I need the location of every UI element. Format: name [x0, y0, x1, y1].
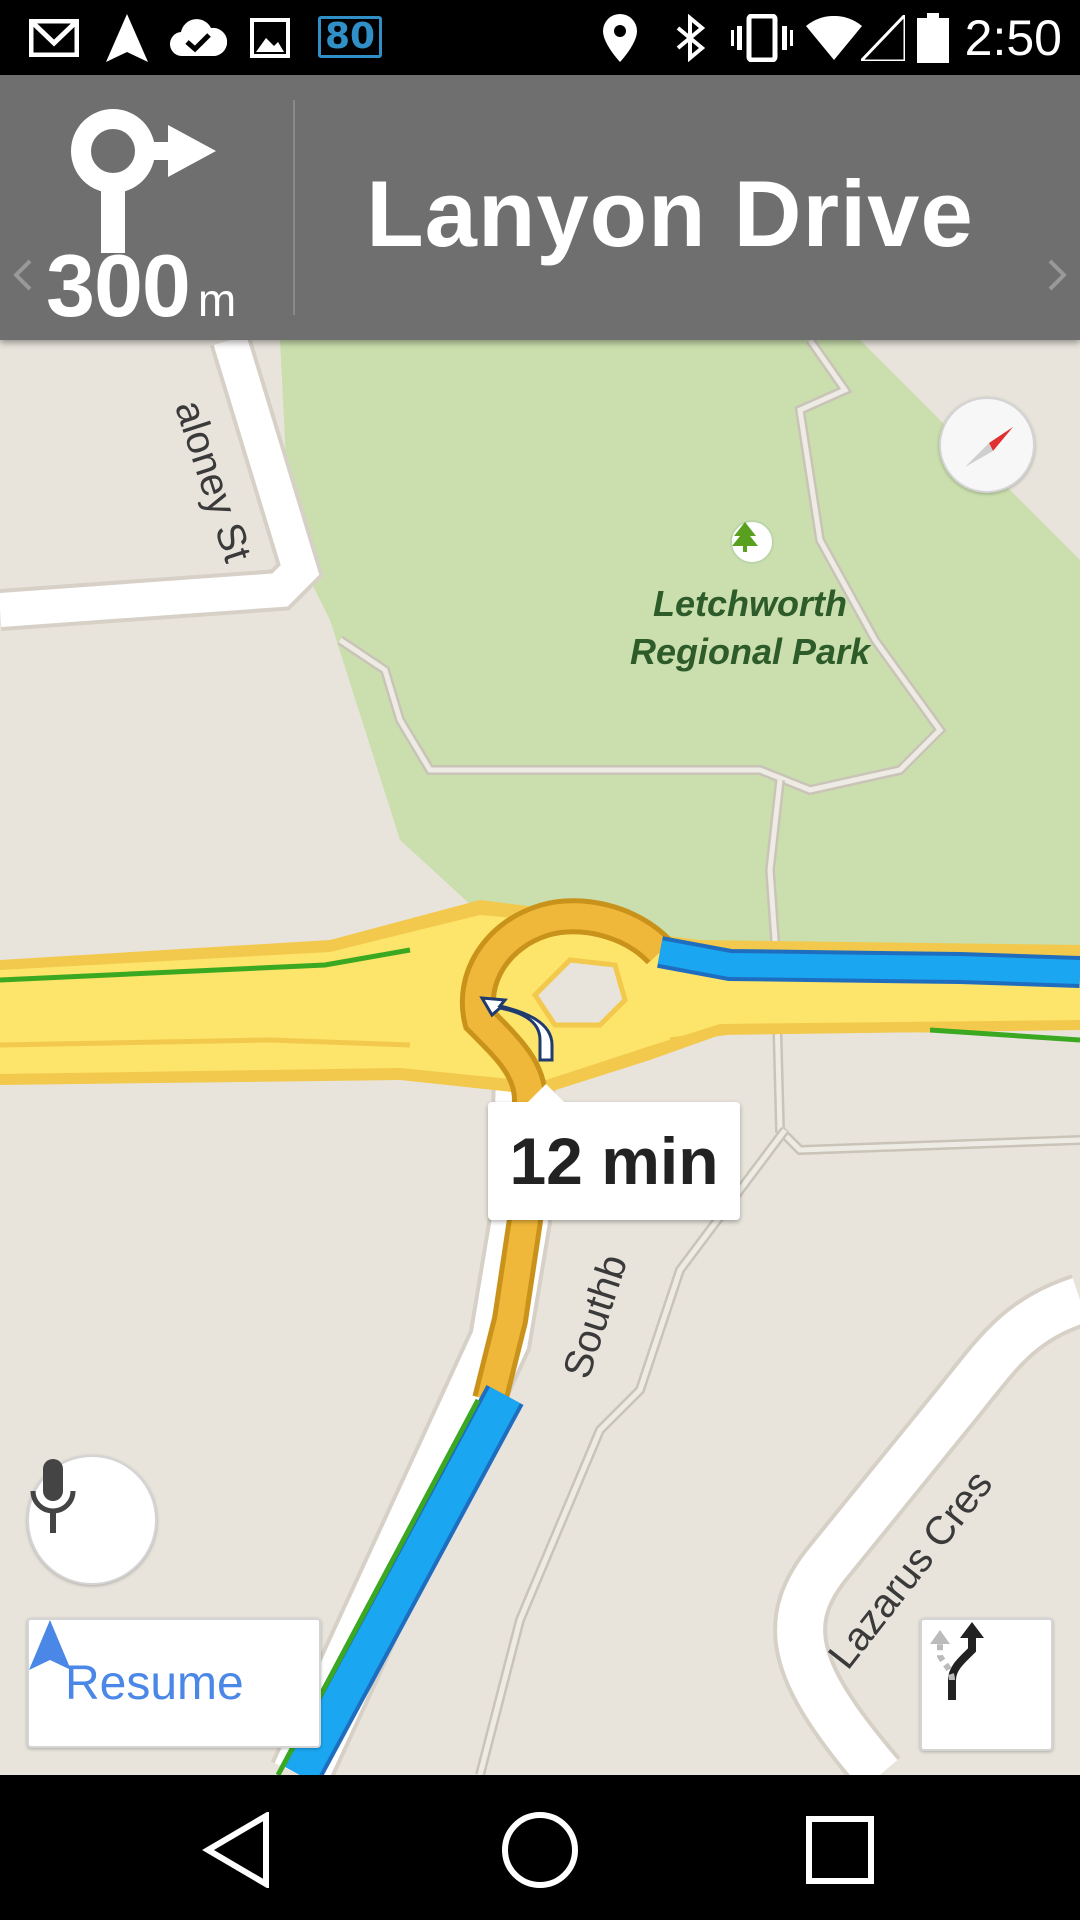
alternate-routes-button[interactable] — [920, 1618, 1053, 1751]
header-divider — [293, 100, 295, 315]
vibrate-icon — [730, 12, 794, 64]
home-button[interactable] — [495, 1805, 585, 1895]
distance-to-turn: 300 m — [46, 235, 236, 337]
navigation-header[interactable]: 300 m Lanyon Drive — [0, 75, 1080, 340]
back-icon — [202, 1812, 269, 1888]
previous-step-icon[interactable] — [8, 255, 38, 295]
park-name-line2: Regional Park — [629, 631, 871, 672]
notification-badge: 80 — [318, 16, 383, 58]
bluetooth-icon — [670, 12, 710, 64]
navigation-arrow-icon — [29, 1620, 71, 1670]
voice-search-button[interactable] — [27, 1455, 157, 1585]
gmail-icon — [28, 12, 80, 64]
distance-unit: m — [197, 274, 237, 326]
system-navigation-bar — [0, 1775, 1080, 1920]
battery-icon — [916, 12, 950, 64]
navigation-icon — [104, 12, 150, 64]
resume-label: Resume — [65, 1656, 244, 1710]
recents-icon — [806, 1816, 874, 1884]
park-name[interactable]: Letchworth Regional Park — [600, 580, 900, 676]
park-name-line1: Letchworth — [653, 583, 847, 624]
next-street-name: Lanyon Drive — [366, 161, 974, 266]
microphone-icon — [30, 1459, 76, 1533]
status-bar: 80 2:50 — [0, 0, 1080, 75]
wifi-icon — [806, 12, 862, 64]
maneuver-panel[interactable]: 300 m — [0, 75, 293, 340]
clock: 2:50 — [964, 10, 1062, 66]
distance-value: 300 — [46, 236, 191, 335]
park-tree-icon[interactable] — [730, 520, 774, 564]
cloud-check-icon — [168, 12, 228, 64]
compass-icon — [965, 427, 1013, 467]
map-view[interactable]: aloney St Southb Lazarus Cres Letchworth… — [0, 340, 1080, 1775]
compass-button[interactable] — [939, 397, 1035, 493]
cell-signal-icon — [860, 12, 906, 64]
next-step-icon[interactable] — [1042, 255, 1072, 295]
location-pin-icon — [600, 12, 640, 64]
alternate-routes-icon — [930, 1622, 984, 1700]
eta-callout: 12 min — [488, 1084, 740, 1220]
resume-button[interactable]: Resume — [27, 1618, 321, 1748]
image-icon — [248, 12, 292, 64]
back-button[interactable] — [192, 1805, 282, 1895]
home-icon — [502, 1812, 578, 1888]
recents-button[interactable] — [795, 1805, 885, 1895]
